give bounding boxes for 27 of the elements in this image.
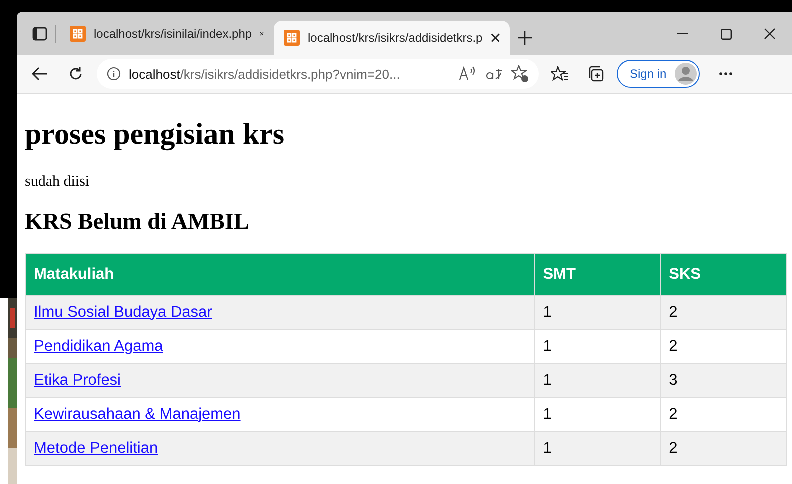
info-icon[interactable]: [107, 67, 121, 81]
column-header: Matakuliah: [26, 254, 535, 296]
app-logo-icon: [70, 26, 86, 42]
course-link[interactable]: Kewirausahaan & Manajemen: [34, 406, 241, 422]
table-cell: 1: [534, 432, 661, 466]
page-title: proses pengisian krs: [25, 118, 286, 152]
section-heading: KRS Belum di AMBIL: [25, 209, 250, 235]
course-link[interactable]: Ilmu Sosial Budaya Dasar: [34, 304, 212, 320]
app-logo-icon: [284, 30, 300, 46]
close-icon[interactable]: [490, 33, 500, 43]
read-aloud-icon[interactable]: [459, 66, 477, 82]
url-text: localhost/krs/isikrs/addisidetkrs.php?vnim=20...: [129, 66, 402, 82]
sign-in-button[interactable]: Sign in: [617, 60, 700, 88]
close-icon[interactable]: [260, 29, 264, 39]
browser-tab[interactable]: localhost/krs/isinilai/index.php: [60, 17, 274, 51]
table-cell: 2: [660, 432, 786, 466]
course-link[interactable]: Metode Penelitian: [34, 440, 158, 456]
avatar-icon: [674, 63, 697, 85]
browser-tab[interactable]: localhost/krs/isikrs/addisidetkrs.p: [274, 21, 510, 55]
column-header: SMT: [534, 254, 661, 296]
column-header: SKS: [660, 254, 786, 296]
course-link[interactable]: Pendidikan Agama: [34, 338, 164, 354]
translate-icon[interactable]: [485, 66, 503, 82]
course-link[interactable]: Etika Profesi: [34, 372, 122, 388]
status-message: sudah diisi: [25, 174, 91, 191]
favorite-add-icon[interactable]: [511, 65, 529, 83]
address-bar[interactable]: localhost/krs/isikrs/addisidetkrs.php?vnim=20...: [97, 59, 539, 89]
